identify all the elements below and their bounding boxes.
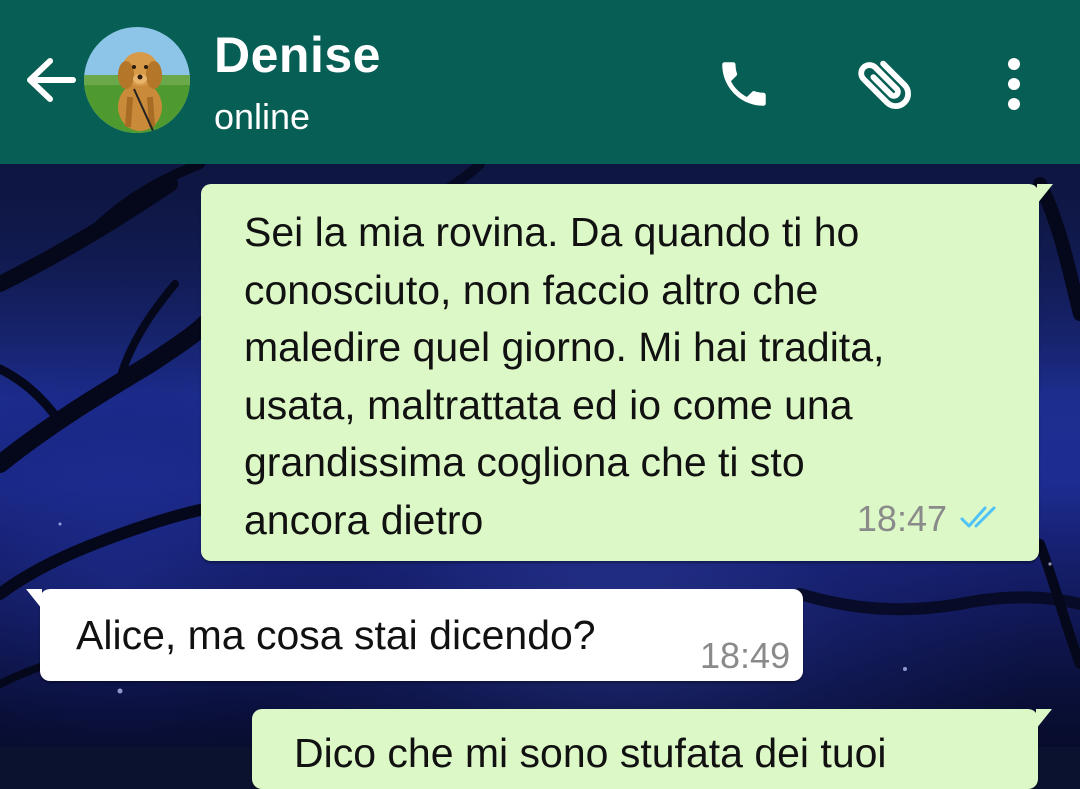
message-time: 18:49 <box>700 635 791 676</box>
back-arrow-icon <box>27 58 76 102</box>
message-text: Alice, ma cosa stai dicendo? <box>76 612 596 658</box>
bubble-tail <box>26 589 42 609</box>
more-options-button[interactable] <box>974 44 1054 124</box>
contact-status: online <box>214 96 311 137</box>
bubble-tail <box>1037 184 1053 204</box>
message-meta: 18:47 <box>857 490 1005 548</box>
phone-icon <box>722 62 766 106</box>
double-check-read-icon <box>959 505 1005 531</box>
voice-call-button[interactable] <box>704 44 784 124</box>
incoming-message[interactable]: Alice, ma cosa stai dicendo? 18:49 <box>26 589 803 681</box>
contact-name[interactable]: Denise <box>214 26 381 84</box>
message-text: Dico che mi sono stufata dei tuoi <box>294 730 887 776</box>
paperclip-icon <box>858 60 911 109</box>
attach-button[interactable] <box>846 44 926 124</box>
contact-avatar[interactable] <box>84 27 190 133</box>
outgoing-message[interactable]: Dico che mi sono stufata dei tuoi <box>252 709 1052 789</box>
chat-header: Denise online <box>0 0 1080 164</box>
bubble-tail <box>1036 709 1052 729</box>
more-vert-icon <box>1008 58 1020 110</box>
back-button[interactable] <box>18 48 82 112</box>
outgoing-message[interactable]: Sei la mia rovina. Da quando ti ho conos… <box>201 184 1053 561</box>
message-time: 18:47 <box>856 497 947 539</box>
